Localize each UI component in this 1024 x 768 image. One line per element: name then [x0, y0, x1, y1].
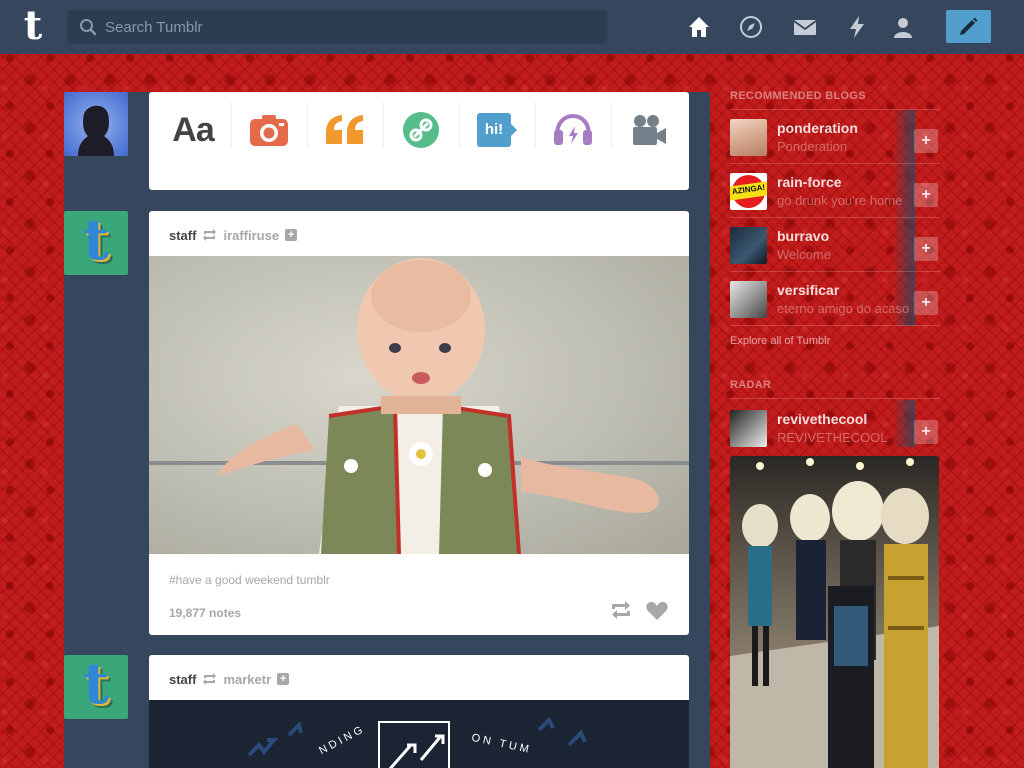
search-box[interactable]	[67, 10, 607, 44]
recommended-blogs-heading: RECOMMENDED BLOGS	[730, 90, 866, 102]
radar-blog-item[interactable]: revivethecool REVIVETHECOOL +	[730, 408, 940, 448]
recommended-blog-item[interactable]: versificar eterno amigo do acaso +	[730, 279, 940, 319]
follow-blog-button[interactable]: +	[914, 237, 938, 261]
blog-name[interactable]: burravo	[777, 228, 829, 244]
post-photo[interactable]: NDING ON TUM	[149, 700, 689, 768]
post-author-avatar[interactable]: t	[64, 655, 128, 719]
audio-icon	[554, 113, 592, 145]
text-icon: Aa	[172, 110, 214, 149]
follow-blog-button[interactable]: +	[914, 183, 938, 207]
audio-post-button[interactable]	[535, 92, 611, 168]
post-header: staff marketr +	[169, 671, 290, 687]
blog-title: go drunk you're home	[777, 193, 903, 208]
follow-source-button[interactable]: +	[277, 673, 290, 685]
reblog-small-icon	[203, 673, 217, 685]
explore-all-link[interactable]: Explore all of Tumblr	[730, 335, 830, 347]
blog-title: REVIVETHECOOL	[777, 430, 888, 445]
blog-name[interactable]: ponderation	[777, 120, 858, 136]
follow-blog-button[interactable]: +	[914, 129, 938, 153]
follow-source-button[interactable]: +	[285, 229, 298, 241]
search-icon	[80, 19, 97, 36]
post-tags[interactable]: #have a good weekend tumblr	[169, 573, 330, 587]
account-icon[interactable]	[891, 15, 915, 39]
post-type-chooser: Aa hi!	[149, 92, 689, 190]
blog-name[interactable]: revivethecool	[777, 411, 867, 427]
post-author-link[interactable]: staff	[169, 672, 196, 687]
recommended-blog-item[interactable]: ponderation Ponderation +	[730, 117, 940, 157]
mail-icon[interactable]	[793, 15, 817, 39]
blog-avatar[interactable]	[730, 227, 767, 264]
follow-blog-button[interactable]: +	[914, 291, 938, 315]
recommended-blog-item[interactable]: AZINGA! rain-force go drunk you're home …	[730, 171, 940, 211]
search-input[interactable]	[105, 10, 595, 44]
explore-icon[interactable]	[739, 15, 763, 39]
reblog-small-icon	[203, 229, 217, 241]
blog-avatar[interactable]	[730, 119, 767, 156]
blog-title: Welcome	[777, 247, 831, 262]
post-header: staff iraffiruse +	[169, 227, 298, 243]
post-card: staff iraffiruse + #have a good weekend …	[149, 211, 689, 635]
chat-icon: hi!	[477, 113, 517, 147]
reblog-source-link[interactable]: iraffiruse	[223, 228, 279, 243]
silhouette-icon	[78, 105, 114, 156]
radar-post-photo[interactable]	[730, 456, 939, 768]
compose-button[interactable]	[946, 10, 991, 43]
post-notes-count[interactable]: 19,877 notes	[169, 606, 241, 620]
quote-icon	[326, 115, 363, 144]
photo-icon	[250, 115, 288, 146]
post-author-link[interactable]: staff	[169, 228, 196, 243]
quote-post-button[interactable]	[307, 92, 383, 168]
radar-heading: RADAR	[730, 379, 772, 391]
blog-title: eterno amigo do acaso	[777, 301, 910, 316]
blog-title: Ponderation	[777, 139, 848, 154]
follow-blog-button[interactable]: +	[914, 420, 938, 444]
text-post-button[interactable]: Aa	[155, 92, 231, 168]
link-icon	[403, 112, 439, 148]
reblog-source-link[interactable]: marketr	[223, 672, 271, 687]
pencil-icon	[960, 17, 978, 35]
home-icon[interactable]	[687, 15, 711, 39]
video-post-button[interactable]	[611, 92, 687, 168]
lightning-icon[interactable]	[845, 15, 869, 39]
blog-name[interactable]: rain-force	[777, 174, 842, 190]
tumblr-logo[interactable]: t	[16, 6, 50, 47]
blog-avatar[interactable]: AZINGA!	[730, 173, 767, 210]
chat-post-button[interactable]: hi!	[459, 92, 535, 168]
photo-post-button[interactable]	[231, 92, 307, 168]
post-photo[interactable]	[149, 256, 689, 554]
top-navigation-bar: t	[0, 0, 1024, 54]
blog-avatar[interactable]	[730, 410, 767, 447]
video-icon	[633, 115, 666, 145]
blog-name[interactable]: versificar	[777, 282, 839, 298]
like-heart-icon[interactable]	[646, 601, 668, 621]
post-author-avatar[interactable]: t	[64, 211, 128, 275]
post-card: staff marketr + NDING ON TUM	[149, 655, 689, 768]
reblog-icon[interactable]	[610, 601, 632, 619]
user-avatar[interactable]	[64, 92, 128, 156]
link-post-button[interactable]	[383, 92, 459, 168]
recommended-blog-item[interactable]: burravo Welcome +	[730, 225, 940, 265]
blog-avatar[interactable]	[730, 281, 767, 318]
